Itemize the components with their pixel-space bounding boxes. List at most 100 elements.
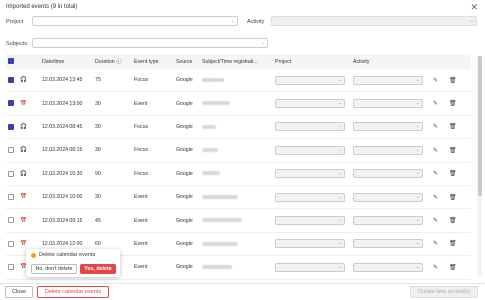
col-subject[interactable]: Subject/Time registrati...: [200, 54, 273, 69]
row-checkbox[interactable]: [8, 100, 14, 107]
row-checkbox[interactable]: [8, 123, 14, 130]
chevron-down-icon: ⌄: [337, 123, 342, 130]
cell-source: Google: [174, 255, 200, 280]
activity-filter-select[interactable]: ⌄: [271, 16, 477, 26]
select-all-checkbox[interactable]: [8, 58, 14, 65]
activity-select[interactable]: ⌄: [353, 99, 423, 109]
row-checkbox[interactable]: [8, 240, 14, 247]
headphones-icon: 🎧: [20, 123, 27, 130]
table-row: 🎧 12.03.2024 13:45 75 Focus Google ⌄ ⌄ ✎ 🗑: [6, 69, 471, 93]
create-time-records-button[interactable]: Create time record(s): [410, 286, 478, 298]
edit-icon[interactable]: ✎: [433, 241, 438, 247]
row-checkbox[interactable]: [8, 217, 14, 224]
activity-select[interactable]: ⌄: [353, 169, 423, 179]
chevron-down-icon: ⌄: [337, 263, 342, 270]
col-source[interactable]: Source: [174, 54, 200, 69]
edit-icon[interactable]: ✎: [433, 101, 438, 107]
cell-duration: 90: [93, 162, 132, 186]
project-filter-label: Project: [6, 19, 24, 25]
chevron-down-icon: ⌄: [260, 40, 265, 46]
close-icon[interactable]: ✕: [470, 2, 478, 13]
row-checkbox[interactable]: [8, 77, 14, 83]
calendar-event-icon: 📅: [20, 217, 27, 224]
project-select[interactable]: ⌄: [275, 239, 345, 249]
redacted-subject: [202, 171, 220, 176]
chevron-down-icon: ⌄: [415, 240, 420, 247]
cell-subject: [200, 115, 273, 140]
activity-select[interactable]: ⌄: [353, 239, 423, 249]
cell-duration: 30: [93, 115, 132, 140]
project-select[interactable]: ⌄: [275, 169, 345, 179]
trash-icon[interactable]: 🗑: [449, 195, 457, 201]
edit-icon[interactable]: ✎: [433, 171, 438, 177]
row-checkbox[interactable]: [8, 147, 14, 154]
trash-icon[interactable]: 🗑: [449, 148, 457, 154]
cell-subject: [200, 69, 273, 93]
calendar-event-icon: 📅: [20, 240, 27, 247]
delete-calendar-events-button[interactable]: Delete calendar events: [37, 286, 109, 298]
edit-icon[interactable]: ✎: [433, 78, 438, 84]
activity-select[interactable]: ⌄: [353, 75, 423, 85]
edit-icon[interactable]: ✎: [433, 148, 438, 154]
project-select[interactable]: ⌄: [275, 75, 345, 85]
table-header: Date/time Duration ⓘ Event type Source S…: [6, 54, 471, 69]
trash-icon[interactable]: 🗑: [449, 101, 457, 107]
activity-select[interactable]: ⌄: [353, 145, 423, 155]
project-select[interactable]: ⌄: [275, 145, 345, 155]
trash-icon[interactable]: 🗑: [449, 218, 457, 224]
info-icon: ⓘ: [116, 59, 122, 65]
cell-datetime: 12.03.2024 13:45: [40, 69, 93, 93]
trash-icon[interactable]: 🗑: [449, 124, 457, 130]
close-button[interactable]: Close: [5, 286, 33, 298]
row-checkbox[interactable]: [8, 170, 14, 177]
col-datetime[interactable]: Date/time: [40, 54, 93, 69]
chevron-down-icon: ⌄: [230, 18, 235, 24]
project-select[interactable]: ⌄: [275, 192, 345, 202]
cell-subject: [200, 91, 273, 116]
no-dont-delete-button[interactable]: No, don't delete: [31, 264, 77, 274]
cell-event-type: Focus: [132, 162, 174, 186]
delete-confirm-popup: Delete calendar events No, don't delete …: [26, 249, 120, 277]
chevron-down-icon: ⌄: [337, 240, 342, 247]
cell-event-type: Focus: [132, 138, 174, 163]
trash-icon[interactable]: 🗑: [449, 241, 457, 247]
subjects-filter-select[interactable]: ⌄: [32, 38, 268, 48]
row-checkbox[interactable]: [8, 264, 14, 271]
table-row: 📅 12.03.2024 09:15 45 Event Google ⌄ ⌄ ✎ 🗑: [6, 208, 471, 233]
dialog-title: Imported events (9 in total): [6, 4, 78, 10]
edit-icon[interactable]: ✎: [433, 218, 438, 224]
redacted-subject: [202, 147, 218, 152]
cell-event-type: Event: [132, 208, 174, 233]
chevron-down-icon: ⌄: [415, 193, 420, 200]
trash-icon[interactable]: 🗑: [449, 171, 457, 177]
project-select[interactable]: ⌄: [275, 122, 345, 132]
activity-select[interactable]: ⌄: [353, 262, 423, 272]
trash-icon[interactable]: 🗑: [449, 78, 457, 84]
headphones-icon: 🎧: [20, 77, 27, 84]
cell-subject: [200, 185, 273, 210]
edit-icon[interactable]: ✎: [433, 195, 438, 201]
redacted-subject: [202, 241, 238, 246]
cell-source: Google: [174, 115, 200, 140]
row-checkbox[interactable]: [8, 193, 14, 200]
edit-icon[interactable]: ✎: [433, 124, 438, 130]
cell-datetime: 12.03.2024 10:30: [40, 162, 93, 186]
activity-select[interactable]: ⌄: [353, 216, 423, 226]
cell-datetime: 12.03.2024 09:15: [40, 208, 93, 233]
activity-select[interactable]: ⌄: [353, 192, 423, 202]
redacted-subject: [202, 77, 224, 82]
cell-datetime: 12.03.2024 13:00: [40, 91, 93, 116]
activity-select[interactable]: ⌄: [353, 122, 423, 132]
project-filter-select[interactable]: ⌄: [32, 16, 238, 26]
chevron-down-icon: ⌄: [337, 146, 342, 153]
col-event-type[interactable]: Event type: [132, 54, 174, 69]
edit-icon[interactable]: ✎: [433, 265, 438, 271]
yes-delete-button[interactable]: Yes, delete: [80, 264, 116, 274]
col-duration[interactable]: Duration ⓘ: [93, 54, 132, 69]
scrollbar[interactable]: [477, 56, 482, 276]
trash-icon[interactable]: 🗑: [449, 265, 457, 271]
chevron-down-icon: ⌄: [469, 18, 474, 24]
project-select[interactable]: ⌄: [275, 216, 345, 226]
project-select[interactable]: ⌄: [275, 262, 345, 272]
project-select[interactable]: ⌄: [275, 99, 345, 109]
